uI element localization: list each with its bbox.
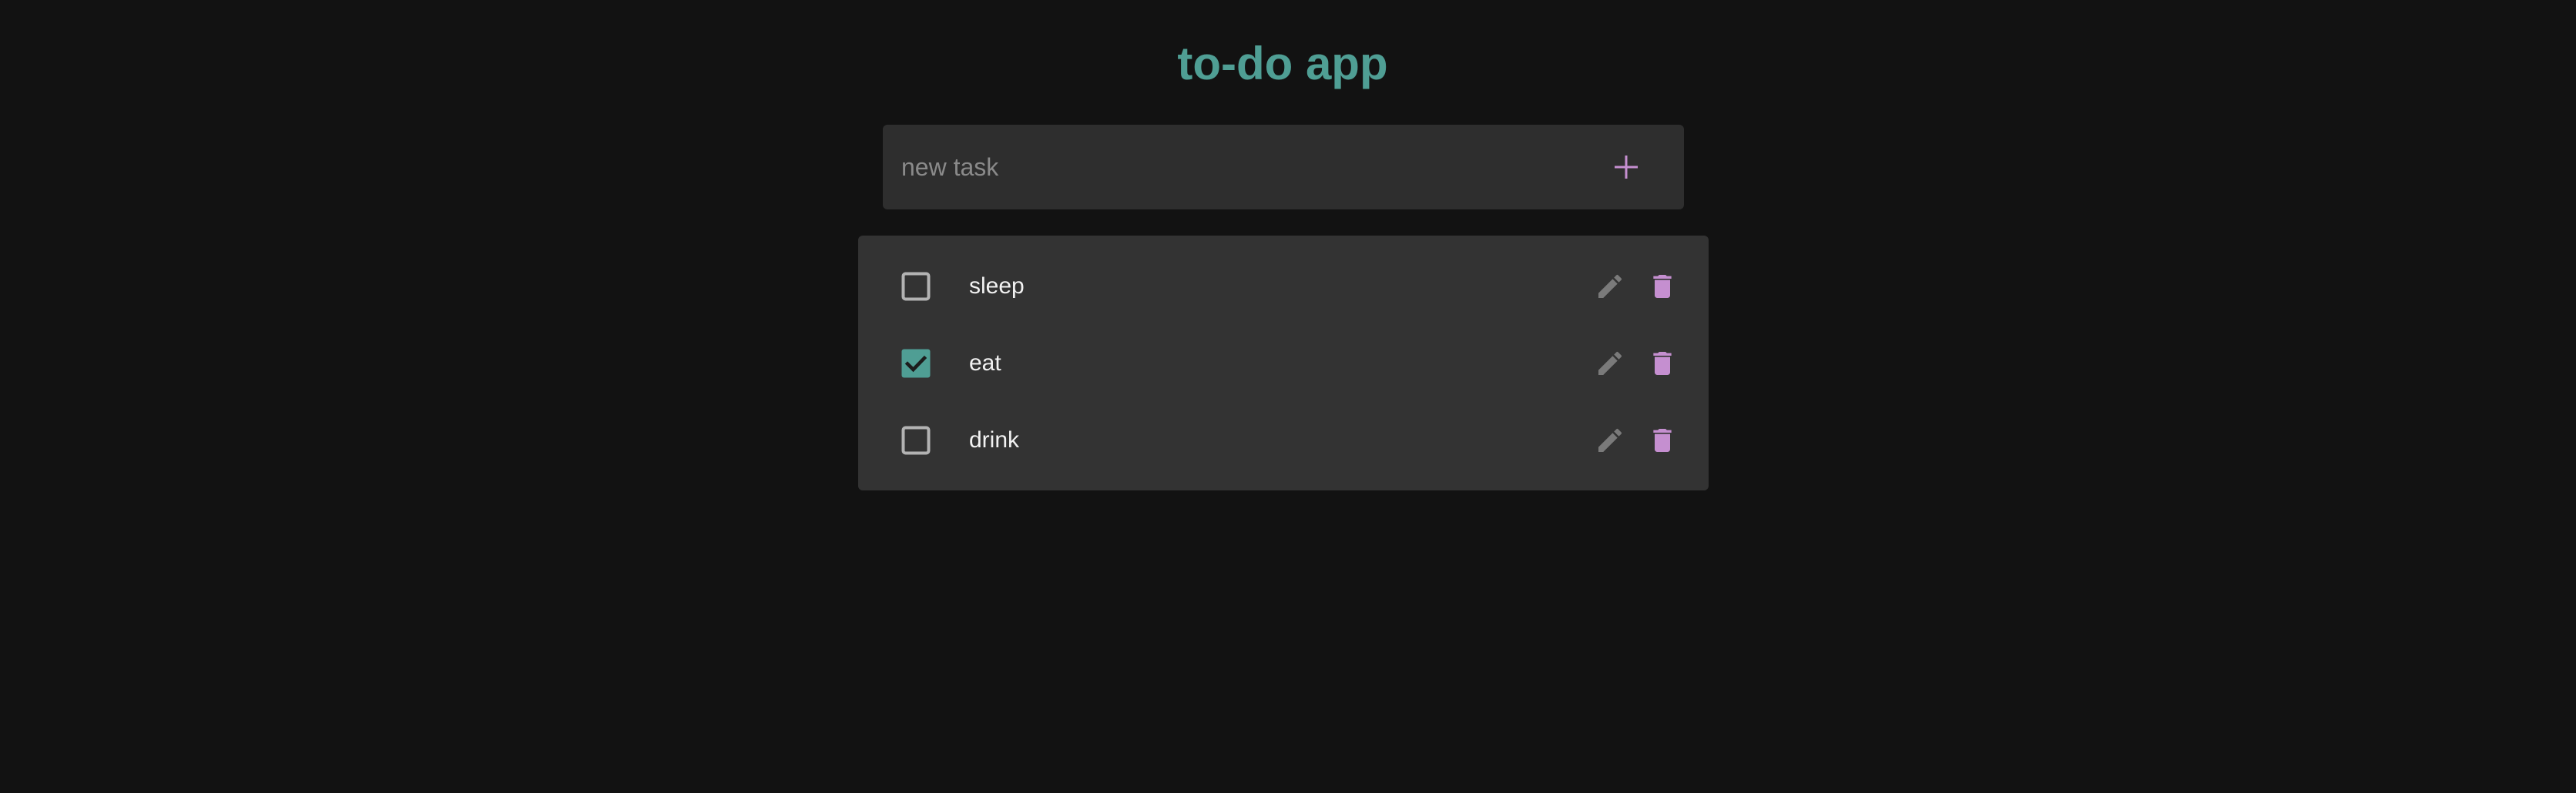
task-list: sleep eat drink — [858, 236, 1709, 490]
task-label: drink — [969, 427, 1020, 453]
task-checkbox[interactable] — [901, 272, 931, 301]
delete-task-button[interactable] — [1647, 425, 1678, 456]
task-label: sleep — [969, 273, 1025, 299]
new-task-bar — [883, 125, 1684, 209]
pencil-icon — [1598, 428, 1622, 452]
task-checkbox[interactable] — [901, 426, 931, 455]
trash-icon — [1653, 429, 1672, 452]
delete-task-button[interactable] — [1647, 271, 1678, 302]
checkbox-unchecked-icon — [901, 272, 931, 301]
add-task-button[interactable] — [1600, 141, 1652, 193]
task-row: drink — [858, 402, 1709, 479]
pencil-icon — [1598, 274, 1622, 298]
edit-task-button[interactable] — [1595, 271, 1625, 302]
task-checkbox[interactable] — [901, 349, 931, 378]
task-row: eat — [858, 325, 1709, 402]
task-label: eat — [969, 350, 1001, 376]
task-row: sleep — [858, 248, 1709, 325]
checkbox-unchecked-icon — [901, 426, 931, 455]
new-task-input[interactable] — [901, 125, 1556, 209]
checkbox-checked-icon — [901, 349, 931, 378]
todo-app: to-do app sleep — [0, 0, 2576, 793]
trash-icon — [1653, 352, 1672, 375]
plus-icon — [1615, 156, 1638, 179]
trash-icon — [1653, 275, 1672, 298]
delete-task-button[interactable] — [1647, 348, 1678, 379]
app-title: to-do app — [1177, 38, 1388, 89]
edit-task-button[interactable] — [1595, 348, 1625, 379]
edit-task-button[interactable] — [1595, 425, 1625, 456]
pencil-icon — [1598, 351, 1622, 375]
